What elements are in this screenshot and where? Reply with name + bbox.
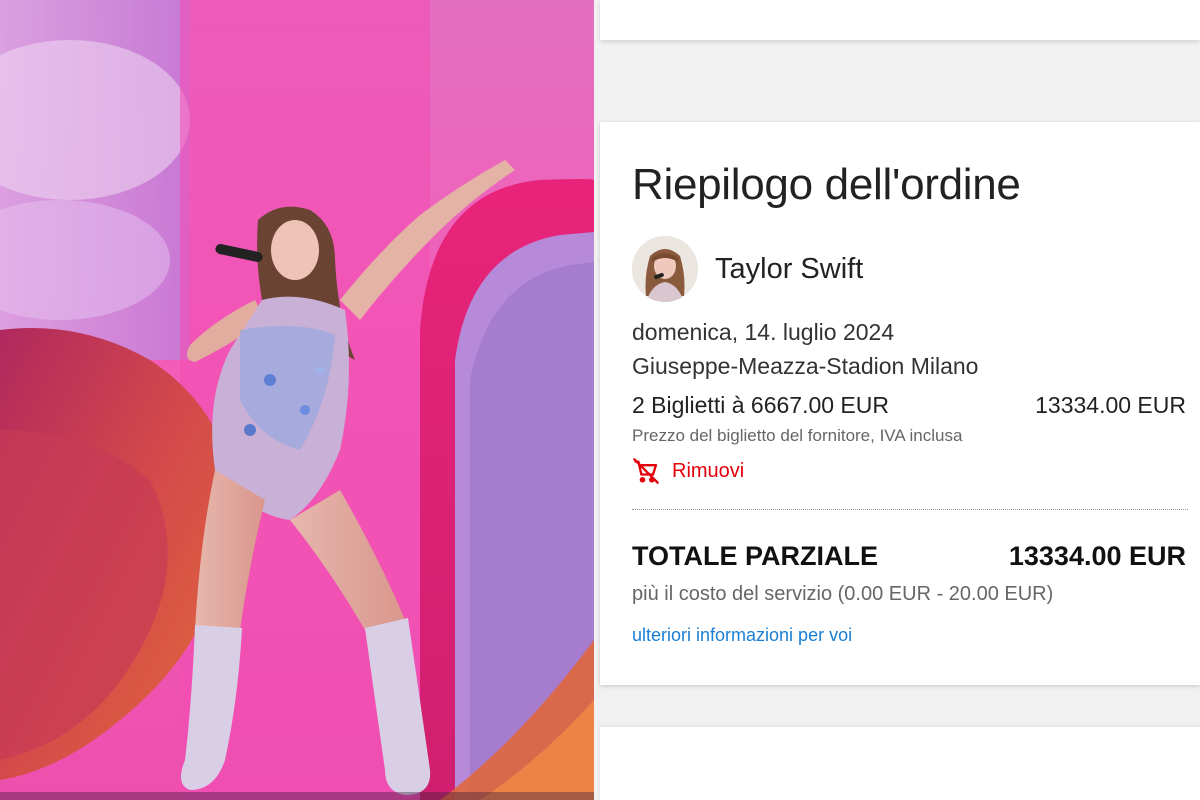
artist-avatar-image	[632, 236, 698, 302]
price-note: Prezzo del biglietto del fornitore, IVA …	[632, 426, 963, 445]
tickets-quantity-price: 2 Biglietti à 6667.00 EUR	[632, 392, 889, 418]
subtotal-label: TOTALE PARZIALE	[632, 541, 878, 571]
order-summary-card: Riepilogo dell'ordine Taylor Swift domen…	[600, 122, 1200, 685]
concert-photo-illustration	[0, 0, 594, 800]
subtotal-value: 13334.00 EUR	[1008, 541, 1186, 571]
remove-button[interactable]: Rimuovi	[632, 456, 744, 486]
artist-name: Taylor Swift	[715, 253, 864, 285]
order-panel: Riepilogo dell'ordine Taylor Swift domen…	[594, 0, 1200, 800]
concert-photo	[0, 0, 594, 800]
footer-strip	[600, 727, 1200, 800]
service-fee-note: più il costo del servizio (0.00 EUR - 20…	[632, 583, 1054, 605]
header-strip	[600, 0, 1200, 40]
remove-from-cart-icon	[633, 458, 659, 484]
event-venue: Giuseppe-Meazza-Stadion Milano	[632, 353, 979, 379]
artist-avatar	[632, 236, 698, 302]
more-info-link[interactable]: ulteriori informazioni per voi	[632, 625, 852, 646]
order-summary-title: Riepilogo dell'ordine	[632, 160, 1021, 209]
divider	[632, 509, 1188, 510]
remove-label: Rimuovi	[672, 459, 745, 482]
event-date: domenica, 14. luglio 2024	[632, 319, 895, 345]
tickets-line-total: 13334.00 EUR	[1035, 392, 1186, 418]
